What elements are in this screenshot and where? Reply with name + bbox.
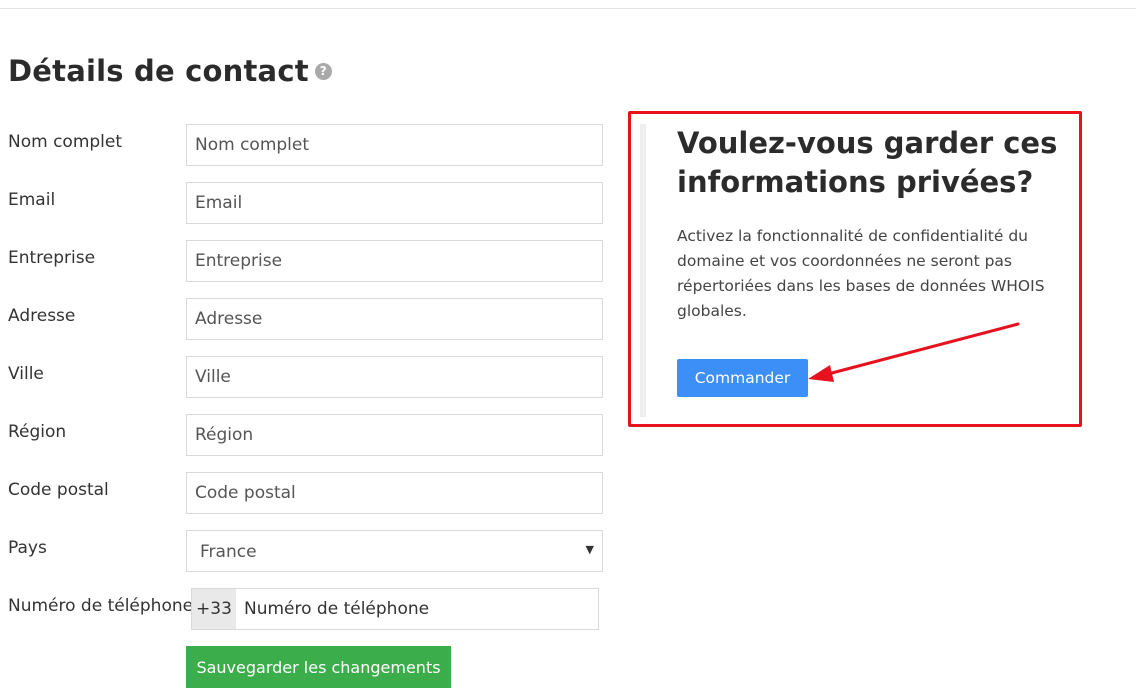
top-divider [0, 8, 1136, 9]
email-input[interactable] [186, 182, 603, 224]
city-label: Ville [8, 364, 44, 384]
postal-code-label: Code postal [8, 480, 109, 500]
city-input[interactable] [186, 356, 603, 398]
page-title: Détails de contact? [8, 54, 332, 88]
privacy-description: Activez la fonctionnalité de confidentia… [677, 227, 1045, 320]
company-input[interactable] [186, 240, 603, 282]
email-label: Email [8, 190, 56, 210]
region-input[interactable] [186, 414, 603, 456]
save-changes-button[interactable]: Sauvegarder les changements [186, 646, 451, 688]
postal-code-input[interactable] [186, 472, 603, 514]
help-circle-icon[interactable]: ? [314, 62, 332, 80]
phone-label: Numéro de téléphone [8, 596, 194, 616]
country-select-value: France [200, 542, 257, 562]
order-button[interactable]: Commander [677, 359, 808, 397]
phone-input-group: +33 [191, 588, 599, 630]
full-name-input[interactable] [186, 124, 603, 166]
company-label: Entreprise [8, 248, 96, 268]
page-title-text: Détails de contact [8, 54, 309, 88]
country-select[interactable]: France ▼ [186, 530, 603, 572]
address-input[interactable] [186, 298, 603, 340]
address-label: Adresse [8, 306, 76, 326]
privacy-title: Voulez-vous garder ces informations priv… [677, 126, 1058, 199]
privacy-accent-bar [640, 124, 646, 417]
phone-country-prefix: +33 [192, 589, 236, 629]
country-label: Pays [8, 538, 47, 558]
caret-down-icon: ▼ [585, 543, 594, 556]
full-name-label: Nom complet [8, 132, 123, 152]
red-arrow-annotation [808, 322, 1020, 382]
phone-input[interactable] [236, 589, 598, 629]
region-label: Région [8, 422, 67, 442]
